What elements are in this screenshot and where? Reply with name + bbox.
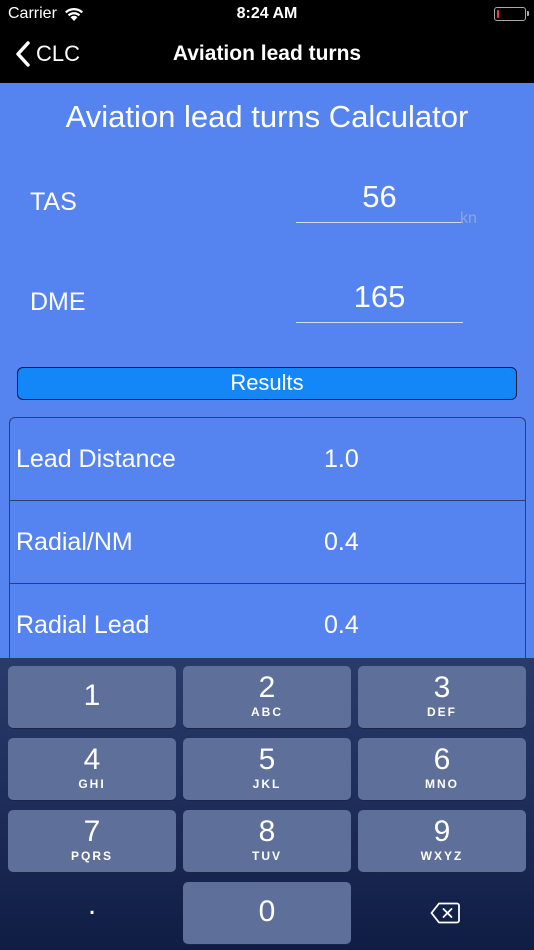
nav-title: Aviation lead turns xyxy=(172,42,362,65)
key-digit: 1 xyxy=(83,679,101,712)
status-bar: Carrier 8:24 AM xyxy=(0,0,534,28)
tas-label: TAS xyxy=(30,188,77,216)
results-table: Lead Distance 1.0 Radial/NM 0.4 Radial L… xyxy=(9,417,526,658)
result-label: Lead Distance xyxy=(16,445,176,473)
key-letters: GHI xyxy=(78,777,106,791)
numeric-keypad: 1 2 ABC 3 DEF 4 GHI 5 JKL 6 MNO 7 PQRS 8… xyxy=(0,658,534,950)
dme-input[interactable]: 165 xyxy=(296,275,463,323)
result-value: 0.4 xyxy=(324,611,359,639)
result-label: Radial Lead xyxy=(16,611,150,639)
clock: 8:24 AM xyxy=(236,5,298,22)
key-letters: DEF xyxy=(427,705,457,719)
key-decimal-label: . xyxy=(87,888,97,921)
key-letters: ABC xyxy=(251,705,283,719)
dme-label: DME xyxy=(30,288,86,316)
result-row-radial-lead: Radial Lead 0.4 xyxy=(10,584,525,658)
key-digit: 4 xyxy=(83,743,101,776)
result-value: 0.4 xyxy=(324,528,359,556)
key-letters: JKL xyxy=(252,777,282,791)
key-3[interactable]: 3 DEF xyxy=(358,666,526,728)
result-label: Radial/NM xyxy=(16,528,133,556)
backspace-icon xyxy=(430,902,460,924)
key-7[interactable]: 7 PQRS xyxy=(8,810,176,872)
key-letters: PQRS xyxy=(70,849,113,863)
key-digit: 2 xyxy=(258,671,276,704)
key-2[interactable]: 2 ABC xyxy=(183,666,351,728)
calculator-title: Aviation lead turns Calculator xyxy=(65,99,469,134)
key-digit: 7 xyxy=(83,815,101,848)
key-0[interactable]: 0 xyxy=(183,882,351,944)
result-row-radial-nm: Radial/NM 0.4 xyxy=(10,501,525,584)
key-5[interactable]: 5 JKL xyxy=(183,738,351,800)
key-4[interactable]: 4 GHI xyxy=(8,738,176,800)
key-letters: TUV xyxy=(252,849,282,863)
key-digit: 5 xyxy=(258,743,276,776)
key-8[interactable]: 8 TUV xyxy=(183,810,351,872)
result-row-lead-distance: Lead Distance 1.0 xyxy=(10,418,525,501)
key-6[interactable]: 6 MNO xyxy=(358,738,526,800)
tas-unit: kn xyxy=(460,210,477,227)
battery-icon xyxy=(494,7,529,21)
key-1[interactable]: 1 xyxy=(8,666,176,728)
key-digit: 3 xyxy=(433,671,451,704)
key-decimal[interactable]: . xyxy=(8,882,176,944)
tas-input[interactable]: 56 xyxy=(296,175,463,223)
key-digit: 0 xyxy=(258,895,276,928)
key-digit: 8 xyxy=(258,815,276,848)
key-digit: 9 xyxy=(433,815,451,848)
result-value: 1.0 xyxy=(324,445,359,473)
key-letters: WXYZ xyxy=(420,849,464,863)
key-letters: MNO xyxy=(425,777,459,791)
calculator-view: Aviation lead turns Calculator TAS 56 kn… xyxy=(0,83,534,658)
key-digit: 6 xyxy=(433,743,451,776)
navigation-bar: CLC Aviation lead turns xyxy=(0,28,534,83)
key-delete[interactable] xyxy=(358,882,526,944)
key-9[interactable]: 9 WXYZ xyxy=(358,810,526,872)
results-button[interactable]: Results xyxy=(17,367,517,400)
